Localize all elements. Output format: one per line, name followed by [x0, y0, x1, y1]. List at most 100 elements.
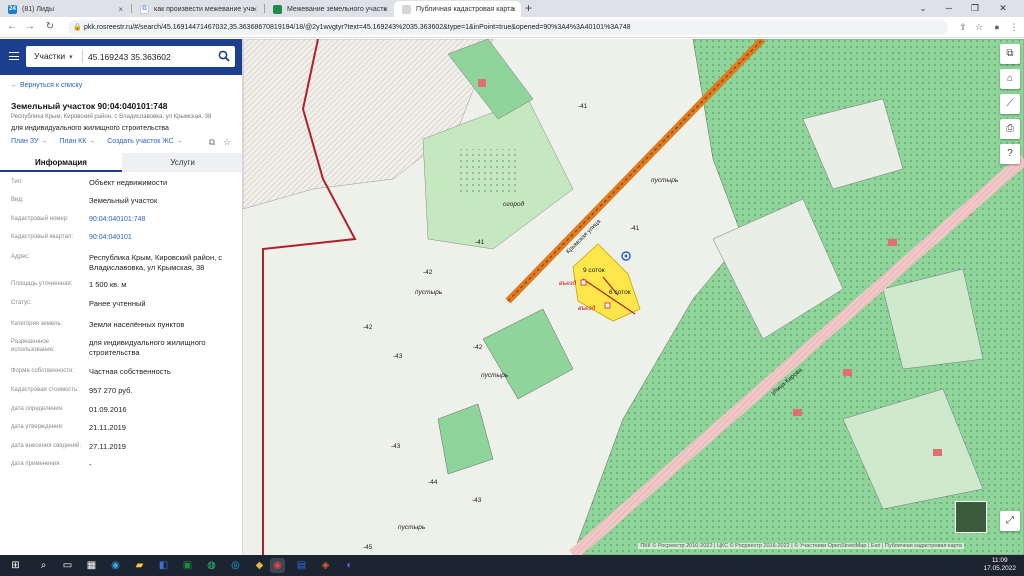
property-label: дата определения: — [11, 406, 64, 412]
help-icon[interactable]: ? — [1000, 144, 1020, 164]
property-label: Кадастровая стоимость: — [11, 387, 79, 393]
chrome-icon[interactable]: ◉ — [270, 558, 285, 573]
whatsapp-icon[interactable]: ◍ — [204, 558, 219, 573]
parcel-address: Республика Крым, Кировский район, с Влад… — [11, 114, 212, 120]
forward-arrow-icon[interactable]: → — [22, 19, 38, 35]
task-view-icon[interactable]: ▭ — [60, 558, 75, 573]
map-canvas[interactable] — [243, 39, 1024, 555]
window-close-button[interactable]: ✕ — [990, 0, 1016, 17]
share-icon[interactable]: ⇪ — [956, 20, 970, 34]
app-icon[interactable]: ◐ — [342, 558, 357, 573]
cadastral-map[interactable]: 9 соток 6 соток въезд въезд Крымская ули… — [243, 39, 1024, 555]
tab-title: Публичная кадастровая карта — [416, 5, 515, 13]
property-value: Объект недвижимости — [89, 178, 168, 187]
elevation-label: -41 — [578, 103, 588, 110]
property-label: Тип: — [11, 179, 23, 185]
new-tab-button[interactable]: + — [525, 1, 532, 16]
parcel-title: Земельный участок 90:04:040101:748 — [11, 101, 168, 111]
create-parcel-link[interactable]: Создать участок ЖС → — [107, 138, 183, 145]
elevation-label: -45 — [363, 544, 373, 551]
back-arrow-icon[interactable]: ← — [4, 19, 20, 35]
tab-services[interactable]: Услуги — [122, 153, 242, 172]
elevation-label: -41 — [630, 225, 640, 232]
property-value: для индивидуального жилищного строительс… — [89, 338, 206, 357]
cadastral-number-link[interactable]: 90:04:040101:748 — [89, 215, 237, 225]
home-icon[interactable]: ⌂ — [1000, 69, 1020, 89]
info-panel: Участки▾ ← Вернуться к списку Земельный … — [0, 39, 243, 555]
close-icon[interactable]: × — [252, 5, 257, 14]
taskbar: ⊞ ⌕ ▭ ▦ ◉ ▰ ◧ ▣ ◍ ◎ ◆ ◉ ▤ ◈ ◐ 11:09 17.0… — [0, 555, 1024, 576]
search-bar: Участки ▾ — [0, 39, 242, 75]
property-value: Республика Крым, Кировский район, с Влад… — [89, 253, 223, 272]
chevron-down-icon[interactable]: ⌄ — [910, 0, 936, 17]
search-type-select[interactable]: Участки ▾ — [34, 51, 73, 61]
windows-start-icon[interactable]: ⊞ — [8, 558, 23, 573]
close-icon[interactable]: × — [383, 5, 388, 14]
excel-icon[interactable]: ▣ — [180, 558, 195, 573]
word-icon[interactable]: ▤ — [294, 558, 309, 573]
search-type-label: Участки — [34, 51, 66, 61]
skype-icon[interactable]: ◎ — [228, 558, 243, 573]
close-icon[interactable]: × — [511, 5, 516, 14]
elevation-label: -42 — [473, 344, 483, 351]
property-value: 27.11.2019 — [89, 442, 126, 451]
plan-zu-link[interactable]: План ЗУ → — [11, 138, 47, 145]
minimize-button[interactable]: ─ — [936, 0, 962, 17]
search-icon[interactable]: ⌕ — [36, 558, 51, 573]
clock[interactable]: 11:09 17.05.2022 — [983, 557, 1016, 573]
browser-toolbar: ← → ↻ 🔒 pkk.rosreestr.ru/#/search/45.169… — [0, 17, 1024, 38]
property-label: дата утверждения: — [11, 424, 64, 430]
property-label: Разрешенное использование: — [11, 339, 55, 353]
profile-icon[interactable]: ● — [990, 20, 1004, 34]
back-to-list-link[interactable]: ← Вернуться к списку — [11, 82, 82, 89]
map-label-pustyr: пустырь — [651, 177, 679, 184]
browser-tab-4[interactable]: Публичная кадастровая карта × — [394, 1, 521, 17]
ruler-icon[interactable]: ⟋ — [1000, 94, 1020, 114]
tab-title: как произвести межевание уча — [154, 5, 255, 13]
star-icon[interactable]: ☆ — [972, 20, 986, 34]
document-icon — [402, 4, 411, 14]
property-label: дата внесения сведений: — [11, 443, 81, 449]
browser-tab-2[interactable]: G как произвести межевание уча × — [132, 1, 262, 17]
google-icon: G — [140, 4, 149, 14]
map-label-6-sotok: 6 соток — [609, 289, 631, 296]
property-value: Частная собственность — [89, 367, 171, 376]
reload-icon[interactable]: ↻ — [42, 19, 58, 35]
basemap-switcher[interactable] — [955, 501, 987, 533]
restore-button[interactable]: ❐ — [962, 0, 988, 17]
app-icon[interactable]: ◈ — [318, 558, 333, 573]
close-icon[interactable]: × — [118, 5, 123, 14]
elevation-label: -43 — [472, 497, 482, 504]
widgets-icon[interactable]: ▦ — [84, 558, 99, 573]
star-icon[interactable]: ☆ — [222, 137, 232, 147]
store-icon[interactable]: ◧ — [156, 558, 171, 573]
folder-icon[interactable]: ▰ — [132, 558, 147, 573]
elevation-label: -43 — [393, 353, 403, 360]
more-menu-icon[interactable]: ⋮ — [1007, 20, 1021, 34]
lock-icon: 🔒 — [73, 24, 82, 31]
address-bar[interactable]: 🔒 pkk.rosreestr.ru/#/search/45.169144714… — [68, 20, 948, 35]
tab-information[interactable]: Информация — [0, 153, 122, 172]
property-label: Адрес: — [11, 254, 30, 260]
app-icon[interactable]: ◆ — [252, 558, 267, 573]
plan-kk-link[interactable]: План КК → — [59, 138, 95, 145]
property-label: Кадастровый квартал: — [11, 234, 74, 240]
copy-icon[interactable]: ⧉ — [207, 137, 217, 147]
bitrix-icon: 24 — [8, 4, 17, 14]
search-input[interactable] — [88, 50, 213, 63]
panel-tabs: Информация Услуги — [0, 153, 242, 172]
fullscreen-icon[interactable]: ⤢ — [1000, 511, 1020, 531]
cadastral-quarter-link[interactable]: 90:04:040101 — [89, 233, 237, 243]
search-box: Участки ▾ — [26, 46, 235, 67]
browser-tab-3[interactable]: Межевание земельного участк × — [265, 1, 393, 17]
browser-tab-1[interactable]: 24 (81) Лиды × — [0, 1, 128, 17]
tab-title: Межевание земельного участк — [287, 5, 387, 13]
property-value: - — [89, 460, 92, 469]
property-label: Площадь уточненная: — [11, 281, 73, 287]
map-label-vezd: въезд — [559, 280, 577, 287]
edge-icon[interactable]: ◉ — [108, 558, 123, 573]
menu-icon[interactable] — [9, 52, 19, 60]
print-icon[interactable]: ⎙ — [1000, 119, 1020, 139]
search-icon[interactable] — [218, 50, 230, 62]
layers-icon[interactable]: ⧉ — [1000, 44, 1020, 64]
